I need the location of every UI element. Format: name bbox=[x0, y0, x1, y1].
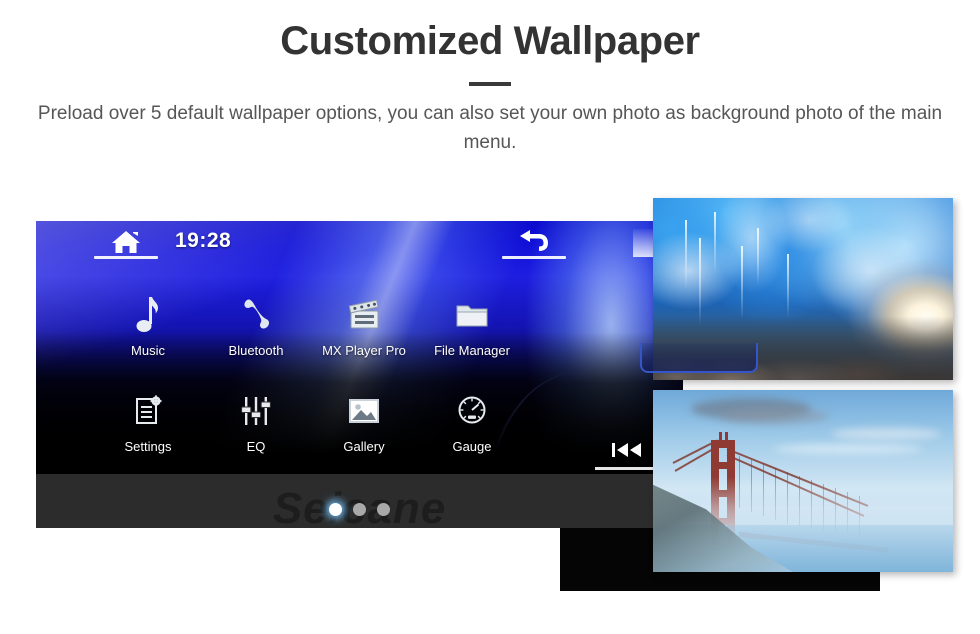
bridge-tower-tip bbox=[719, 432, 722, 442]
app-label: EQ bbox=[246, 439, 266, 454]
cloud bbox=[773, 444, 923, 454]
app-label: Bluetooth bbox=[228, 343, 284, 358]
cloud bbox=[719, 408, 829, 424]
title-divider bbox=[469, 82, 511, 86]
clock-display: 19:28 bbox=[175, 229, 232, 252]
folder-icon bbox=[418, 295, 526, 335]
page-indicator[interactable] bbox=[36, 503, 683, 516]
app-label: Gauge bbox=[452, 439, 492, 454]
status-bar: 19:28 bbox=[36, 221, 683, 265]
app-eq[interactable]: EQ bbox=[202, 391, 310, 454]
ice-drip bbox=[741, 246, 743, 320]
app-mx-player-pro[interactable]: MX Player Pro bbox=[310, 295, 418, 358]
app-bluetooth[interactable]: Bluetooth bbox=[202, 295, 310, 358]
phone-handset-icon bbox=[202, 295, 310, 335]
app-label: Music bbox=[131, 343, 165, 358]
page-dot-1[interactable] bbox=[329, 503, 342, 516]
bridge-tower-tip bbox=[725, 432, 728, 442]
app-row-2: Settings EQ Gallery Gauge bbox=[36, 391, 683, 454]
speedometer-icon bbox=[418, 391, 526, 431]
skip-previous-underline bbox=[595, 467, 661, 470]
app-label: Gallery bbox=[343, 439, 385, 454]
app-gallery[interactable]: Gallery bbox=[310, 391, 418, 454]
app-label: Settings bbox=[124, 439, 172, 454]
back-arrow-icon bbox=[520, 230, 548, 251]
app-music[interactable]: Music bbox=[94, 295, 202, 358]
app-file-manager[interactable]: File Manager bbox=[418, 295, 526, 358]
cloud bbox=[831, 428, 941, 440]
music-note-icon bbox=[94, 295, 202, 335]
ice-drip bbox=[699, 238, 701, 326]
home-icon bbox=[112, 231, 140, 253]
ice-drip bbox=[714, 212, 716, 274]
app-label: MX Player Pro bbox=[322, 343, 406, 358]
golden-gate-image bbox=[653, 390, 953, 572]
product-showcase-stage: 19:28 Music Bluetooth MX Player Pro File… bbox=[0, 185, 980, 634]
peek-window-frame bbox=[640, 343, 758, 373]
page-subtitle: Preload over 5 default wallpaper options… bbox=[37, 103, 943, 153]
back-button-underline bbox=[502, 256, 566, 259]
back-button[interactable] bbox=[498, 227, 570, 259]
home-button-underline bbox=[94, 256, 158, 259]
app-grid: Music Bluetooth MX Player Pro File Manag… bbox=[36, 295, 683, 454]
skip-previous-button[interactable] bbox=[595, 440, 661, 470]
skip-previous-icon bbox=[612, 443, 641, 457]
app-label: File Manager bbox=[434, 343, 510, 358]
clapperboard-icon bbox=[310, 295, 418, 335]
page-dot-3[interactable] bbox=[377, 503, 390, 516]
equalizer-sliders-icon bbox=[202, 391, 310, 431]
watermark-band: Seicane bbox=[36, 474, 683, 528]
page-dot-2[interactable] bbox=[353, 503, 366, 516]
app-settings[interactable]: Settings bbox=[94, 391, 202, 454]
ice-drip bbox=[787, 254, 789, 318]
head-unit-screen[interactable]: 19:28 Music Bluetooth MX Player Pro File… bbox=[36, 221, 683, 528]
page-header: Customized Wallpaper Preload over 5 defa… bbox=[0, 0, 980, 158]
golden-gate-wallpaper[interactable] bbox=[653, 390, 953, 572]
bridge-tower-strut bbox=[711, 462, 735, 469]
bridge-tower-cap bbox=[711, 440, 735, 448]
home-button[interactable] bbox=[90, 227, 162, 259]
app-row-1: Music Bluetooth MX Player Pro File Manag… bbox=[36, 295, 683, 358]
page-title: Customized Wallpaper bbox=[280, 19, 700, 63]
settings-list-gear-icon bbox=[94, 391, 202, 431]
photo-image-icon bbox=[310, 391, 418, 431]
ice-drip bbox=[757, 228, 759, 286]
app-gauge[interactable]: Gauge bbox=[418, 391, 526, 454]
ice-drip bbox=[685, 220, 687, 290]
